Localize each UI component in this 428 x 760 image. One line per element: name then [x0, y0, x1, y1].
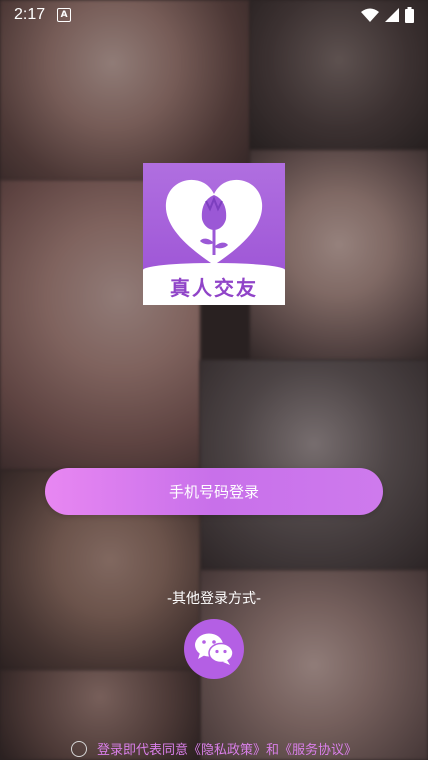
- wifi-icon: [361, 8, 379, 22]
- status-icons: [361, 7, 414, 23]
- other-login-methods-label: -其他登录方式-: [166, 591, 262, 607]
- phone-login-button[interactable]: 手机号码登录: [45, 468, 383, 515]
- a-icon: A: [57, 8, 72, 22]
- status-bar: 2:17 A: [0, 0, 428, 30]
- battery-icon: [405, 7, 414, 23]
- app-logo: 真人交友: [143, 163, 285, 305]
- tulip-heart-icon: [165, 179, 263, 265]
- agreement-conjunction: 和: [266, 743, 280, 758]
- status-time: 2:17: [14, 6, 46, 23]
- wechat-login-button[interactable]: [184, 619, 244, 679]
- login-screen: 2:17 A 真人交友 手机号码登录 -其他登录方式- 登录即代表同意 《隐私政…: [0, 0, 428, 760]
- agreement-prefix: 登录即代表同意: [96, 743, 188, 758]
- signal-icon: [385, 8, 399, 22]
- privacy-policy-link[interactable]: 《隐私政策》: [188, 739, 266, 758]
- service-agreement-link[interactable]: 《服务协议》: [279, 739, 357, 758]
- app-name: 真人交友: [170, 275, 258, 300]
- logo-banner: 真人交友: [143, 263, 285, 305]
- wechat-icon: [195, 633, 234, 665]
- agree-checkbox[interactable]: [70, 740, 87, 757]
- agreement: 登录即代表同意 《隐私政策》 和 《服务协议》: [0, 739, 428, 758]
